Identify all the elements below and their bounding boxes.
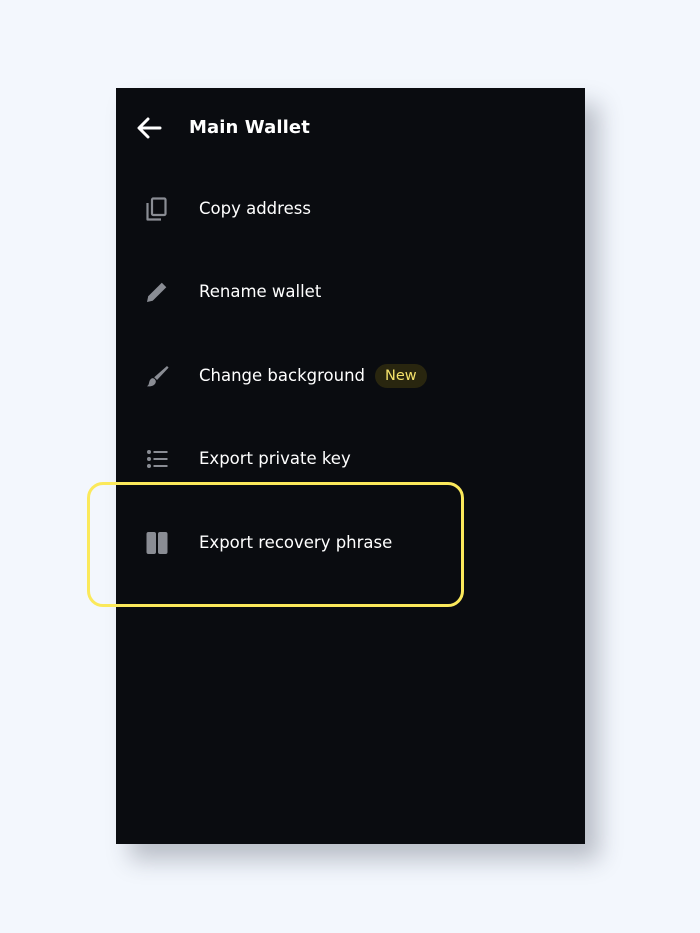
book-icon [143, 529, 171, 557]
menu-item-label-text: Change background [199, 366, 366, 385]
arrow-left-icon [134, 114, 166, 142]
menu-item-copy-address[interactable]: Copy address [116, 179, 585, 239]
menu-item-export-recovery-phrase[interactable]: Export recovery phrase [116, 513, 585, 573]
menu-item-label: Export private key [199, 449, 351, 468]
pencil-icon [143, 278, 171, 306]
copy-icon [143, 195, 171, 223]
page-title: Main Wallet [189, 117, 310, 138]
wallet-menu-panel: Main Wallet Copy address Rename wallet C… [116, 88, 585, 844]
menu-item-label: Change background New [199, 364, 427, 388]
brush-icon [143, 362, 171, 390]
back-button[interactable] [134, 114, 166, 142]
menu-item-label: Rename wallet [199, 282, 322, 301]
menu-item-label: Export recovery phrase [199, 533, 393, 552]
header: Main Wallet [116, 88, 585, 168]
menu-item-label: Copy address [199, 199, 311, 218]
new-badge: New [375, 364, 427, 388]
menu-item-export-private-key[interactable]: Export private key [116, 429, 585, 489]
menu-item-change-background[interactable]: Change background New [116, 346, 585, 406]
list-icon [143, 445, 171, 473]
menu-item-rename-wallet[interactable]: Rename wallet [116, 262, 585, 322]
